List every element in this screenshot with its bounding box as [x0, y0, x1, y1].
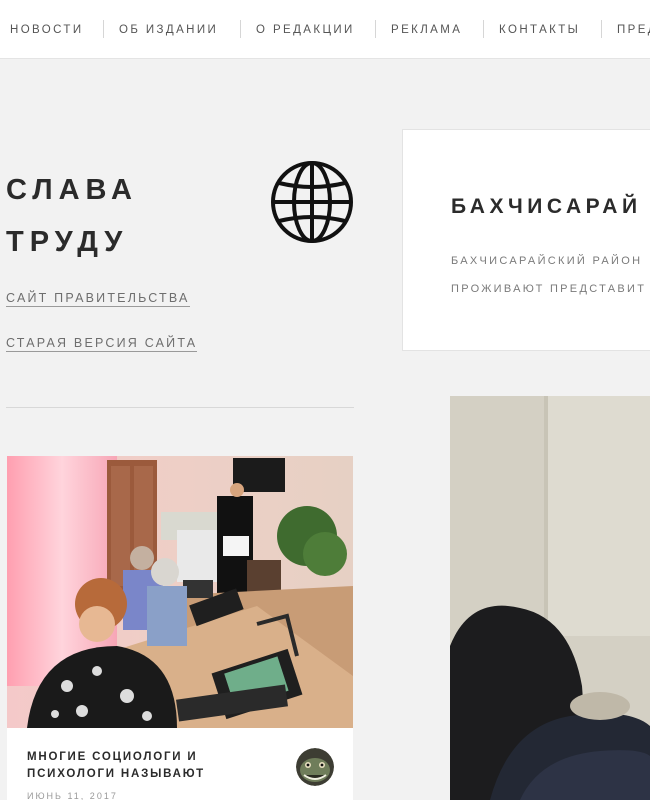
nav-item-advertising[interactable]: РЕКЛАМА	[391, 24, 462, 36]
featured-article-card[interactable]: БАХЧИСАРАЙ БАХЧИСАРАЙСКИЙ РАЙОН ПРОЖИВАЮ…	[402, 129, 650, 351]
top-navigation: НОВОСТИ ОБ ИЗДАНИИ О РЕДАКЦИИ РЕКЛАМА КО…	[0, 0, 650, 59]
sidebar-article-card[interactable]: МНОГИЕ СОЦИОЛОГИ И ПСИХОЛОГИ НАЗЫВАЮТ ИЮ…	[7, 456, 353, 800]
sidebar-divider	[6, 407, 354, 408]
excerpt-line2: ПРОЖИВАЮТ ПРЕДСТАВИТ	[451, 283, 647, 295]
featured-article-photo[interactable]	[450, 396, 650, 800]
site-title-line1: СЛАВА	[6, 174, 138, 206]
article-title[interactable]: МНОГИЕ СОЦИОЛОГИ И ПСИХОЛОГИ НАЗЫВАЮТ	[27, 749, 287, 783]
article-photo[interactable]	[7, 456, 353, 728]
nav-item-about-edition[interactable]: ОБ ИЗДАНИИ	[119, 24, 218, 36]
nav-separator	[483, 20, 484, 38]
nav-item-about-editorial[interactable]: О РЕДАКЦИИ	[256, 24, 355, 36]
nav-item-more[interactable]: ПРЕД	[617, 24, 650, 36]
featured-article-title[interactable]: БАХЧИСАРАЙ	[451, 195, 642, 219]
article-title-line2: ПСИХОЛОГИ НАЗЫВАЮТ	[27, 768, 205, 780]
article-title-line1: МНОГИЕ СОЦИОЛОГИ И	[27, 751, 198, 763]
article-date: ИЮНЬ 11, 2017	[27, 791, 118, 800]
nav-separator	[601, 20, 602, 38]
site-title-line2: ТРУДУ	[6, 226, 129, 258]
site-title[interactable]: СЛАВА ТРУДУ	[6, 164, 246, 268]
excerpt-line1: БАХЧИСАРАЙСКИЙ РАЙОН	[451, 255, 643, 267]
featured-article-excerpt: БАХЧИСАРАЙСКИЙ РАЙОН ПРОЖИВАЮТ ПРЕДСТАВИ…	[451, 247, 646, 303]
nav-item-news[interactable]: НОВОСТИ	[10, 24, 84, 36]
nav-item-contacts[interactable]: КОНТАКТЫ	[499, 24, 580, 36]
old-site-link[interactable]: СТАРАЯ ВЕРСИЯ САЙТА	[6, 336, 198, 352]
nav-separator	[240, 20, 241, 38]
nav-separator	[103, 20, 104, 38]
globe-icon	[270, 160, 354, 244]
government-site-link[interactable]: САЙТ ПРАВИТЕЛЬСТВА	[6, 291, 190, 307]
author-avatar[interactable]	[296, 748, 334, 786]
nav-separator	[375, 20, 376, 38]
